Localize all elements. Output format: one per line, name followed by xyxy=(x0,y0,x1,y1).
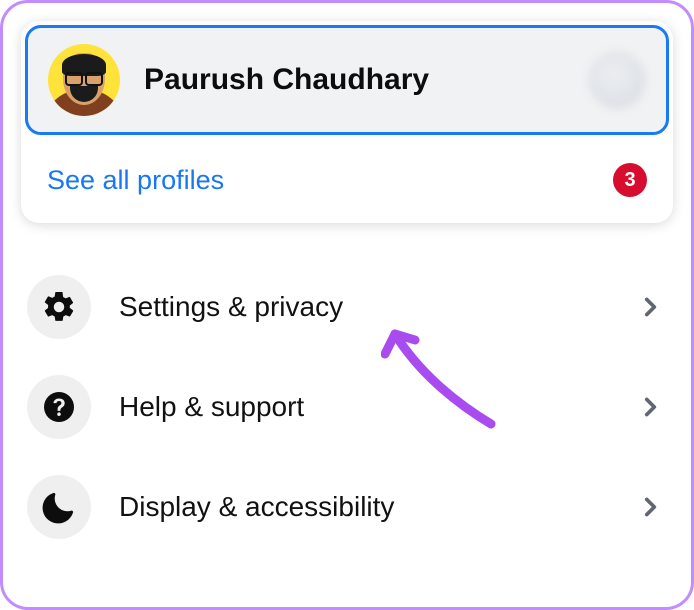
avatar xyxy=(48,44,120,116)
profile-name: Paurush Chaudhary xyxy=(144,63,564,97)
moon-icon xyxy=(27,475,91,539)
menu-item-label: Display & accessibility xyxy=(119,491,609,523)
secondary-avatar-blurred xyxy=(588,51,646,109)
menu-item-settings-privacy[interactable]: Settings & privacy xyxy=(21,257,673,357)
notification-badge: 3 xyxy=(613,163,647,197)
menu-item-label: Settings & privacy xyxy=(119,291,609,323)
menu-list: Settings & privacy Help & support Displa… xyxy=(21,257,673,557)
see-all-profiles-label: See all profiles xyxy=(47,165,224,196)
chevron-right-icon xyxy=(637,294,663,320)
gear-icon xyxy=(27,275,91,339)
profile-card: Paurush Chaudhary See all profiles 3 xyxy=(21,21,673,223)
current-profile-row[interactable]: Paurush Chaudhary xyxy=(25,25,669,135)
question-icon xyxy=(27,375,91,439)
chevron-right-icon xyxy=(637,394,663,420)
menu-item-label: Help & support xyxy=(119,391,609,423)
see-all-profiles[interactable]: See all profiles 3 xyxy=(21,139,673,223)
menu-item-display-accessibility[interactable]: Display & accessibility xyxy=(21,457,673,557)
chevron-right-icon xyxy=(637,494,663,520)
menu-item-help-support[interactable]: Help & support xyxy=(21,357,673,457)
